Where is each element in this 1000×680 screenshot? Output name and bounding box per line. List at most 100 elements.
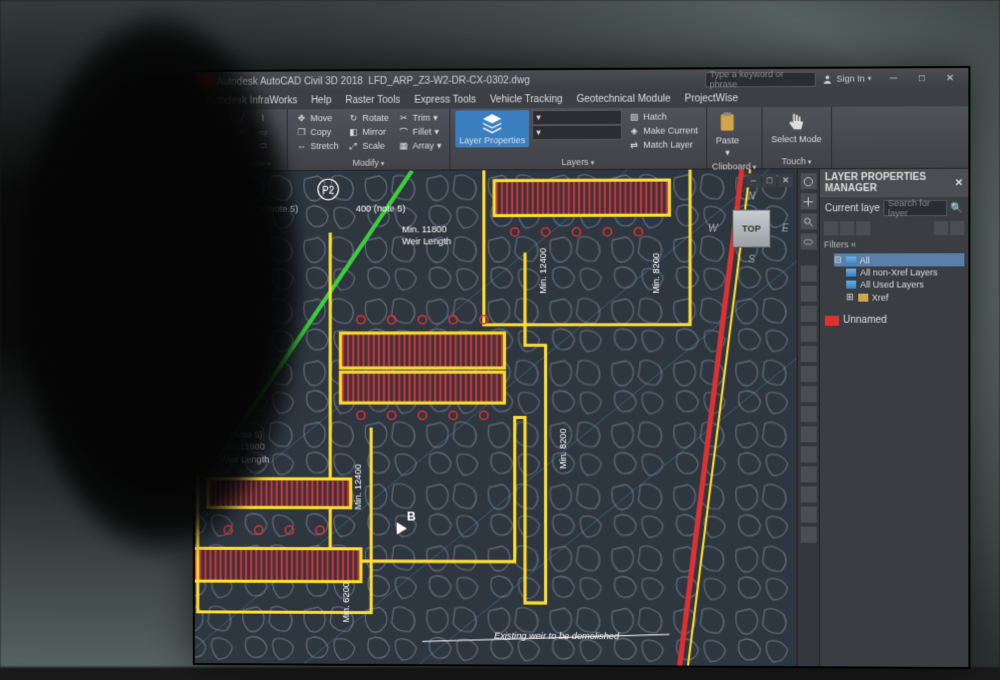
layer-filter-tree: ⊟All All non-Xref Layers All Used Layers…	[820, 251, 969, 306]
svg-text:B: B	[407, 509, 416, 523]
monitor-screen: Autodesk AutoCAD Civil 3D 2018 LFD_ARP_Z…	[193, 66, 971, 669]
compass-w: W	[708, 223, 717, 234]
draw-polyline-button[interactable]: ⌇	[254, 111, 272, 125]
mirror-icon: ◧	[348, 126, 360, 138]
fillet-button[interactable]: ⌒Fillet▾	[395, 125, 445, 139]
scale-button[interactable]: ⤢Scale	[345, 139, 392, 153]
window-minimize-button[interactable]: ─	[879, 70, 907, 86]
tool-14[interactable]	[800, 527, 816, 543]
svg-text:Min. 11800: Min. 11800	[402, 224, 447, 234]
tool-4[interactable]	[800, 326, 816, 342]
tool-7[interactable]	[800, 386, 816, 402]
drawing-canvas[interactable]: P2 400 (note 5) 400 (note 5) Min. 11800 …	[195, 169, 797, 666]
tool-10[interactable]	[800, 446, 816, 462]
tool-8[interactable]	[800, 406, 816, 422]
viewport-maximize-button[interactable]: □	[762, 173, 776, 187]
select-mode-button[interactable]: Select Mode	[767, 109, 825, 146]
trim-button[interactable]: ✂Trim▾	[395, 111, 445, 125]
tool-12[interactable]	[800, 486, 816, 502]
compass-e: E	[782, 223, 789, 234]
delete-layer-button[interactable]	[856, 221, 870, 235]
menu-geotech-module[interactable]: Geotechnical Module	[570, 93, 678, 105]
tool-1[interactable]	[800, 266, 816, 282]
svg-text:400 (note 5): 400 (note 5)	[356, 204, 406, 214]
new-group-button[interactable]	[840, 221, 854, 235]
rotate-icon: ↻	[348, 112, 360, 124]
layer-properties-palette: LAYER PROPERTIES MANAGER ✕ Current laye …	[819, 169, 969, 667]
layer-state-dropdown[interactable]: ▾	[532, 125, 622, 140]
svg-text:Min. 11800: Min. 11800	[220, 442, 265, 452]
search-icon[interactable]: 🔍	[951, 202, 964, 213]
compass-n: N	[748, 191, 755, 202]
tool-6[interactable]	[800, 366, 816, 382]
layer-properties-button[interactable]: Layer Properties	[455, 110, 529, 147]
window-maximize-button[interactable]: □	[908, 70, 936, 86]
filter-xref[interactable]: ⊞Xref	[834, 290, 964, 303]
folder-icon	[858, 293, 868, 301]
palette-toolbar	[820, 219, 969, 237]
ribbon-main-dropdown[interactable]	[200, 112, 230, 138]
make-current-icon: ◈	[628, 125, 640, 137]
ribbon: x ╱ ○ ◡ ⌇ ▭ ⬭ Draw ✥Move ❐	[195, 106, 969, 171]
menu-express-tools[interactable]: Express Tools	[407, 94, 483, 105]
fillet-icon: ⌒	[398, 126, 410, 138]
tool-9[interactable]	[800, 426, 816, 442]
copy-button[interactable]: ❐Copy	[293, 125, 342, 139]
draw-rect-button[interactable]: ▭	[254, 125, 272, 139]
help-search-input[interactable]: Type a keyword or phrase	[706, 71, 817, 87]
rotate-button[interactable]: ↻Rotate	[345, 111, 392, 125]
hatch-button[interactable]: ▨Hatch	[625, 109, 701, 123]
filter-all[interactable]: ⊟All	[834, 253, 964, 266]
tool-13[interactable]	[800, 507, 816, 523]
sign-in-button[interactable]: Sign In▾	[822, 73, 871, 84]
filter-non-xref[interactable]: All non-Xref Layers	[834, 266, 964, 278]
mirror-button[interactable]: ◧Mirror	[345, 125, 392, 139]
palette-header[interactable]: LAYER PROPERTIES MANAGER ✕	[820, 169, 969, 198]
ribbon-panel-label-touch: Touch	[767, 155, 825, 166]
svg-text:400 (note 5): 400 (note 5)	[213, 430, 262, 440]
paste-icon	[716, 111, 738, 133]
view-cube[interactable]: N S E W TOP	[716, 193, 786, 263]
pan-button[interactable]	[800, 193, 816, 209]
draw-ellipse-button[interactable]: ⬭	[254, 139, 272, 153]
user-icon	[822, 73, 833, 84]
palette-close-icon[interactable]: ✕	[955, 177, 963, 188]
move-icon: ✥	[296, 112, 308, 124]
menu-projectwise[interactable]: ProjectWise	[678, 93, 746, 104]
nav-wheel-button[interactable]	[800, 173, 816, 189]
tool-5[interactable]	[800, 346, 816, 362]
viewport-minimize-button[interactable]: –	[746, 173, 760, 187]
stretch-button[interactable]: ⇔Stretch	[293, 139, 342, 153]
tool-2[interactable]	[800, 286, 816, 302]
draw-arc-button[interactable]: ◡	[233, 139, 251, 153]
zoom-button[interactable]	[800, 213, 816, 229]
array-button[interactable]: ▦Array▾	[395, 139, 445, 153]
draw-circle-button[interactable]: ○	[233, 125, 251, 139]
settings-button[interactable]	[950, 221, 964, 235]
orbit-button[interactable]	[800, 233, 816, 249]
match-layer-button[interactable]: ⇄Match Layer	[625, 138, 701, 152]
view-cube-face[interactable]: TOP	[732, 209, 770, 247]
svg-text:Min. 8200: Min. 8200	[558, 428, 568, 469]
paste-button[interactable]: Paste▾	[712, 109, 743, 160]
ribbon-panel-label-modify: Modify	[293, 156, 445, 168]
menu-raster-tools[interactable]: Raster Tools	[338, 94, 407, 105]
filter-used[interactable]: All Used Layers	[834, 278, 964, 290]
window-close-button[interactable]: ✕	[936, 70, 964, 86]
layer-search-input[interactable]: Search for layer	[884, 200, 947, 216]
layers-icon	[846, 256, 856, 264]
layer-dropdown[interactable]: ▾	[532, 110, 622, 125]
draw-line-button[interactable]: ╱	[233, 111, 251, 125]
menu-help[interactable]: Help	[304, 95, 338, 106]
menu-infraworks[interactable]: Autodesk InfraWorks	[199, 95, 304, 106]
menu-vehicle-tracking[interactable]: Vehicle Tracking	[483, 94, 570, 105]
tool-11[interactable]	[800, 466, 816, 482]
tool-3[interactable]	[800, 306, 816, 322]
make-current-button[interactable]: ◈Make Current	[625, 123, 701, 137]
hatch-icon: ▨	[628, 111, 640, 123]
new-layer-button[interactable]	[824, 221, 838, 235]
viewport-close-button[interactable]: ✕	[779, 173, 793, 187]
refresh-button[interactable]	[934, 221, 948, 235]
move-button[interactable]: ✥Move	[293, 111, 342, 125]
scale-icon: ⤢	[348, 140, 360, 152]
